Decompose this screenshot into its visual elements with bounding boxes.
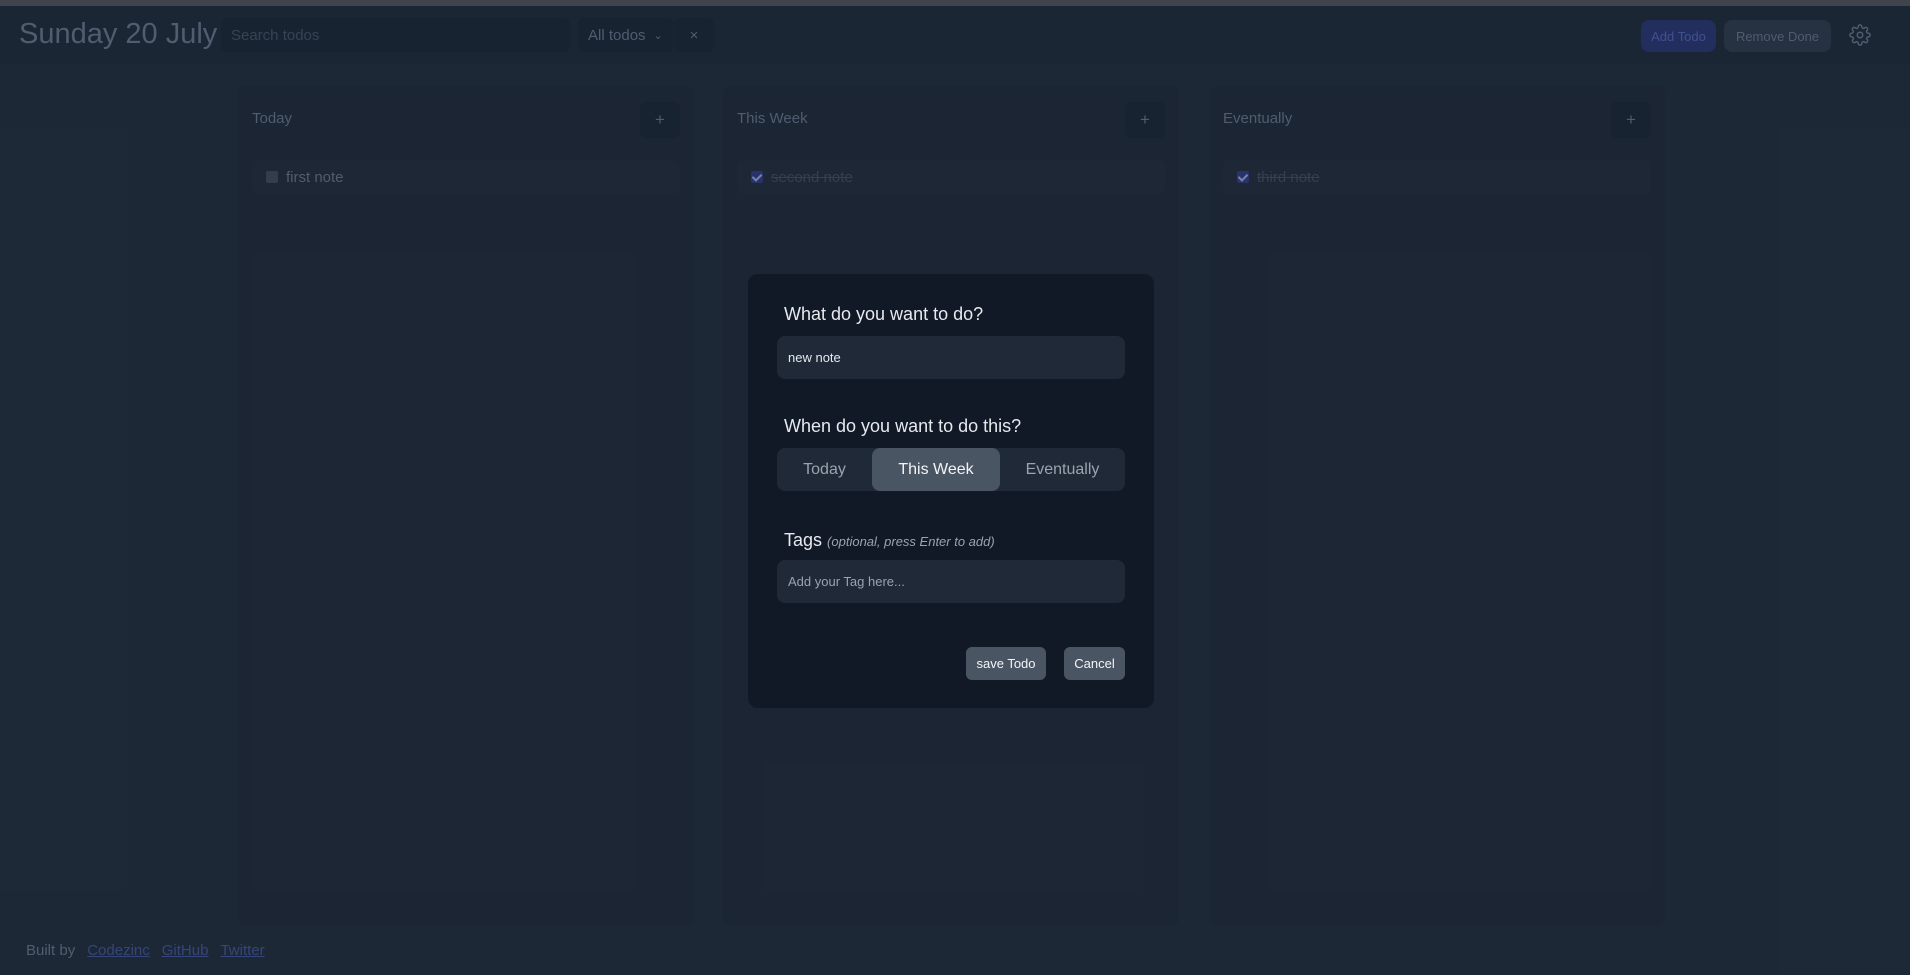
save-todo-button[interactable]: save Todo xyxy=(966,647,1046,680)
cancel-button[interactable]: Cancel xyxy=(1064,647,1125,680)
tags-label: Tags xyxy=(784,530,823,550)
tags-input[interactable] xyxy=(777,560,1125,603)
when-option-eventually[interactable]: Eventually xyxy=(1000,448,1125,491)
what-label: What do you want to do? xyxy=(784,304,984,324)
tags-label-row: Tags (optional, press Enter to add) xyxy=(784,530,995,551)
when-option-this-week[interactable]: This Week xyxy=(872,448,1000,491)
add-todo-modal: What do you want to do? When do you want… xyxy=(748,274,1154,708)
todo-text-input[interactable] xyxy=(777,336,1125,379)
tags-hint: (optional, press Enter to add) xyxy=(827,534,995,549)
when-segmented-control: Today This Week Eventually xyxy=(777,448,1125,491)
when-option-today[interactable]: Today xyxy=(777,448,872,491)
when-label: When do you want to do this? xyxy=(784,416,1022,436)
